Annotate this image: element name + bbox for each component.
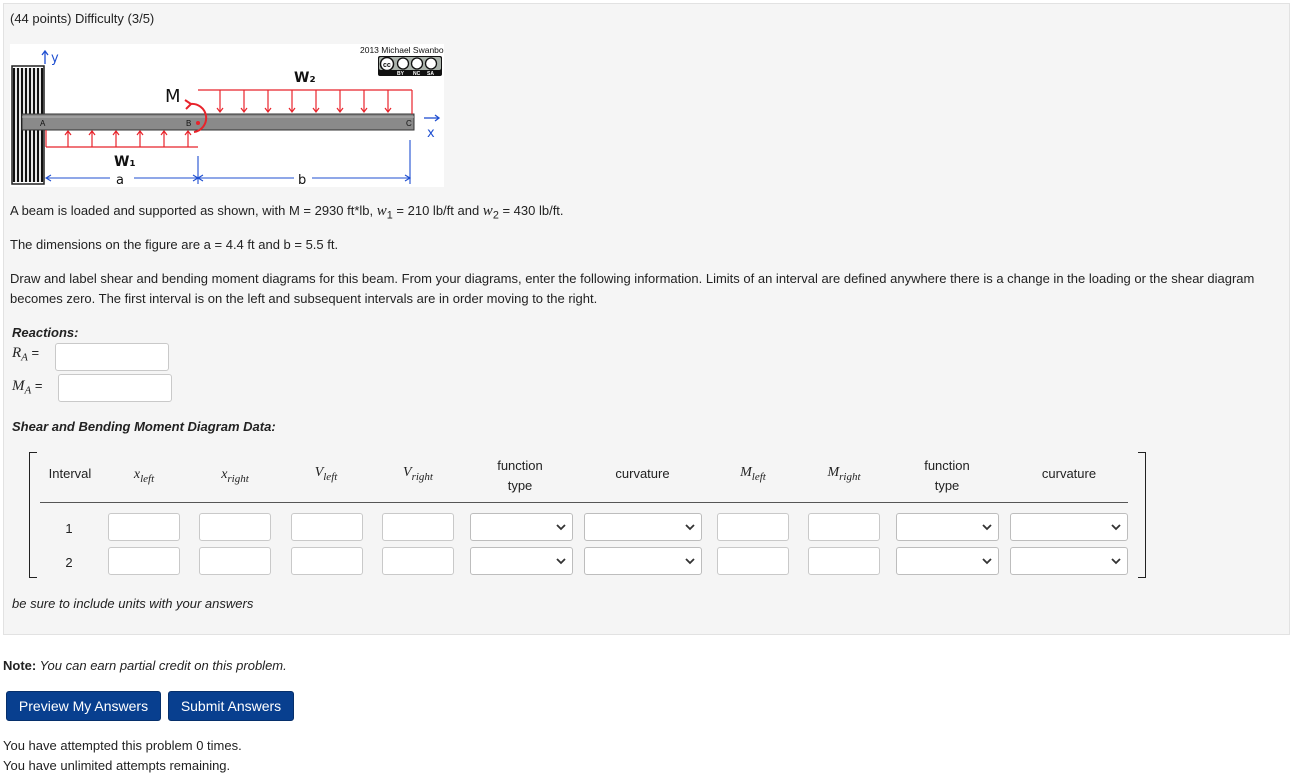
point-a-label: A xyxy=(40,119,46,128)
w1-distributed-load xyxy=(45,130,198,148)
header-m-right: Mright xyxy=(827,465,861,483)
submit-answers-button[interactable]: Submit Answers xyxy=(168,691,294,721)
license-tag-sa: SA xyxy=(427,71,434,77)
header-divider xyxy=(40,502,1128,503)
chevron-down-icon xyxy=(1111,558,1121,565)
header-v-function-type: function type xyxy=(497,458,543,493)
header-m-left: Mleft xyxy=(740,465,766,483)
row-2-m-right-input[interactable] xyxy=(808,547,880,575)
ma-input[interactable] xyxy=(58,374,172,402)
license-tag-nc: NC xyxy=(413,71,421,77)
moment-label: M xyxy=(165,86,181,107)
row-2-v-right-input[interactable] xyxy=(382,547,454,575)
row-2-v-function-type-select[interactable] xyxy=(470,547,573,575)
header-v-left: Vleft xyxy=(314,465,338,483)
chevron-down-icon xyxy=(685,524,695,531)
diagram-data-heading: Shear and Bending Moment Diagram Data: xyxy=(12,419,276,434)
row-2-v-left-input[interactable] xyxy=(291,547,363,575)
row-1-m-left-input[interactable] xyxy=(717,513,789,541)
matrix-left-bracket xyxy=(29,452,37,578)
beam-figure: A B C y x W₁ W₂ M a b 2013 Michael Swanb… xyxy=(10,44,451,188)
header-x-left: xleft xyxy=(133,467,155,485)
chevron-down-icon xyxy=(685,558,695,565)
w1-label: W₁ xyxy=(114,154,136,170)
instructions-text: Draw and label shear and bending moment … xyxy=(10,271,1255,306)
dimension-a-label: a xyxy=(116,173,124,187)
remaining-attempts-text: You have unlimited attempts remaining. xyxy=(3,758,231,773)
chevron-down-icon xyxy=(982,558,992,565)
x-axis-label: x xyxy=(427,126,435,141)
copyright-text: 2013 Michael Swanbom xyxy=(360,45,444,55)
point-b-label: B xyxy=(186,119,191,128)
y-axis-arrow xyxy=(41,49,49,64)
dimensions-text: The dimensions on the figure are a = 4.4… xyxy=(10,237,339,252)
row-2-x-left-input[interactable] xyxy=(108,547,180,575)
row-2-m-function-type-select[interactable] xyxy=(896,547,999,575)
chevron-down-icon xyxy=(556,558,566,565)
header-interval: Interval xyxy=(48,466,92,481)
points-difficulty: (44 points) Difficulty (3/5) xyxy=(10,11,155,26)
row-1-m-curvature-select[interactable] xyxy=(1010,513,1128,541)
partial-credit-note: Note: You can earn partial credit on thi… xyxy=(3,658,287,673)
header-m-function-type: function type xyxy=(924,458,970,493)
row-1-x-left-input[interactable] xyxy=(108,513,180,541)
point-c-label: C xyxy=(406,119,412,128)
cc-license-badge: cc BY NC SA xyxy=(378,56,442,77)
ra-input[interactable] xyxy=(55,343,169,371)
chevron-down-icon xyxy=(556,524,566,531)
y-axis-label: y xyxy=(51,51,59,66)
w2-symbol: w xyxy=(482,203,493,219)
problem-statement: A beam is loaded and supported as shown,… xyxy=(10,203,564,222)
chevron-down-icon xyxy=(1111,524,1121,531)
x-axis-arrow xyxy=(424,114,441,122)
row-2-m-curvature-select[interactable] xyxy=(1010,547,1128,575)
chevron-down-icon xyxy=(982,524,992,531)
row-1-v-left-input[interactable] xyxy=(291,513,363,541)
dimension-b-label: b xyxy=(298,173,306,187)
ma-label: MA = xyxy=(12,378,43,397)
attempts-text: You have attempted this problem 0 times. xyxy=(3,738,242,753)
w2-label: W₂ xyxy=(294,70,316,86)
row-2-m-left-input[interactable] xyxy=(717,547,789,575)
row-1-m-function-type-select[interactable] xyxy=(896,513,999,541)
units-note: be sure to include units with your answe… xyxy=(12,596,254,611)
row-2-interval: 2 xyxy=(65,555,73,570)
license-tag-by: BY xyxy=(397,71,405,77)
row-1-v-right-input[interactable] xyxy=(382,513,454,541)
w1-symbol: w xyxy=(376,203,387,219)
beam xyxy=(21,113,415,131)
reactions-heading: Reactions: xyxy=(12,325,79,340)
svg-text:cc: cc xyxy=(383,62,391,69)
header-x-right: xright xyxy=(221,467,249,485)
matrix-right-bracket xyxy=(1138,452,1146,578)
row-1-v-function-type-select[interactable] xyxy=(470,513,573,541)
w2-distributed-load xyxy=(198,89,413,114)
row-1-interval: 1 xyxy=(65,521,73,536)
row-1-x-right-input[interactable] xyxy=(199,513,271,541)
row-1-v-curvature-select[interactable] xyxy=(584,513,702,541)
header-v-curvature: curvature xyxy=(615,466,670,481)
preview-answers-button[interactable]: Preview My Answers xyxy=(6,691,161,721)
ra-label: RA = xyxy=(12,345,40,364)
row-2-x-right-input[interactable] xyxy=(199,547,271,575)
row-2-v-curvature-select[interactable] xyxy=(584,547,702,575)
row-1-m-right-input[interactable] xyxy=(808,513,880,541)
header-v-right: Vright xyxy=(403,465,433,483)
header-m-curvature: curvature xyxy=(1041,466,1097,481)
